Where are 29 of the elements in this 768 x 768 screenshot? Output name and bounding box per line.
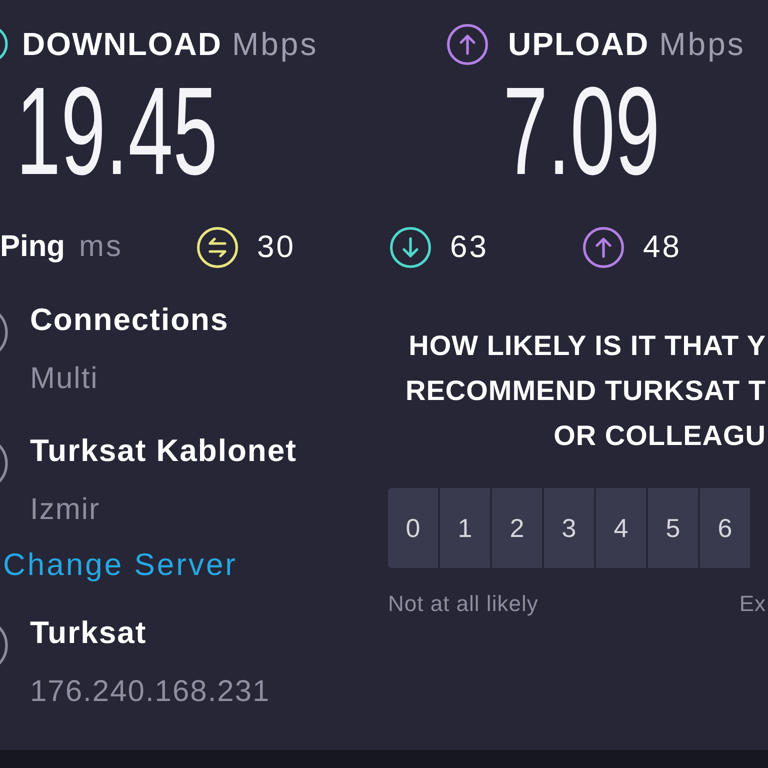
metric-value: 30 — [257, 228, 296, 266]
scale-label: Not at all likely — [388, 590, 538, 618]
detail-value: Izmir — [30, 492, 101, 528]
metric-value: 63 — [450, 228, 488, 266]
detail-value: Multi — [30, 361, 100, 397]
section-title: DOWNLOAD — [22, 25, 222, 64]
swap-arrows-icon — [197, 226, 238, 268]
rating-option[interactable]: 4 — [596, 488, 646, 568]
section-title: UPLOAD — [508, 25, 650, 64]
unit-label: Mbps — [659, 25, 746, 64]
rating-option[interactable]: 6 — [700, 488, 750, 568]
detail-value: 176.240.168.231 — [30, 674, 270, 710]
metric-value: 48 — [643, 228, 682, 266]
detail-title: Turksat Kablonet — [30, 432, 297, 470]
rating-option[interactable]: 2 — [492, 488, 542, 568]
unit-label: Mbps — [232, 25, 318, 64]
unit-label: ms — [79, 229, 123, 265]
detail-title: Connections — [30, 301, 229, 339]
scale-label: Ex — [739, 590, 766, 618]
rating-option[interactable]: 3 — [544, 488, 594, 568]
detail-title: Turksat — [30, 614, 148, 652]
survey-question: HOW LIKELY IS IT THAT Y RECOMMEND TURKSAT T OR COLLEAGU — [404, 329, 766, 453]
text-link[interactable]: Change Server — [3, 545, 238, 585]
speed-value: 7.09 — [503, 69, 660, 194]
rating-option[interactable]: 0 — [388, 488, 438, 568]
rating-option[interactable]: 5 — [648, 488, 698, 568]
metric-label: Ping — [0, 229, 65, 265]
rating-option[interactable]: 1 — [440, 488, 490, 568]
speed-value: 19.45 — [16, 69, 218, 194]
